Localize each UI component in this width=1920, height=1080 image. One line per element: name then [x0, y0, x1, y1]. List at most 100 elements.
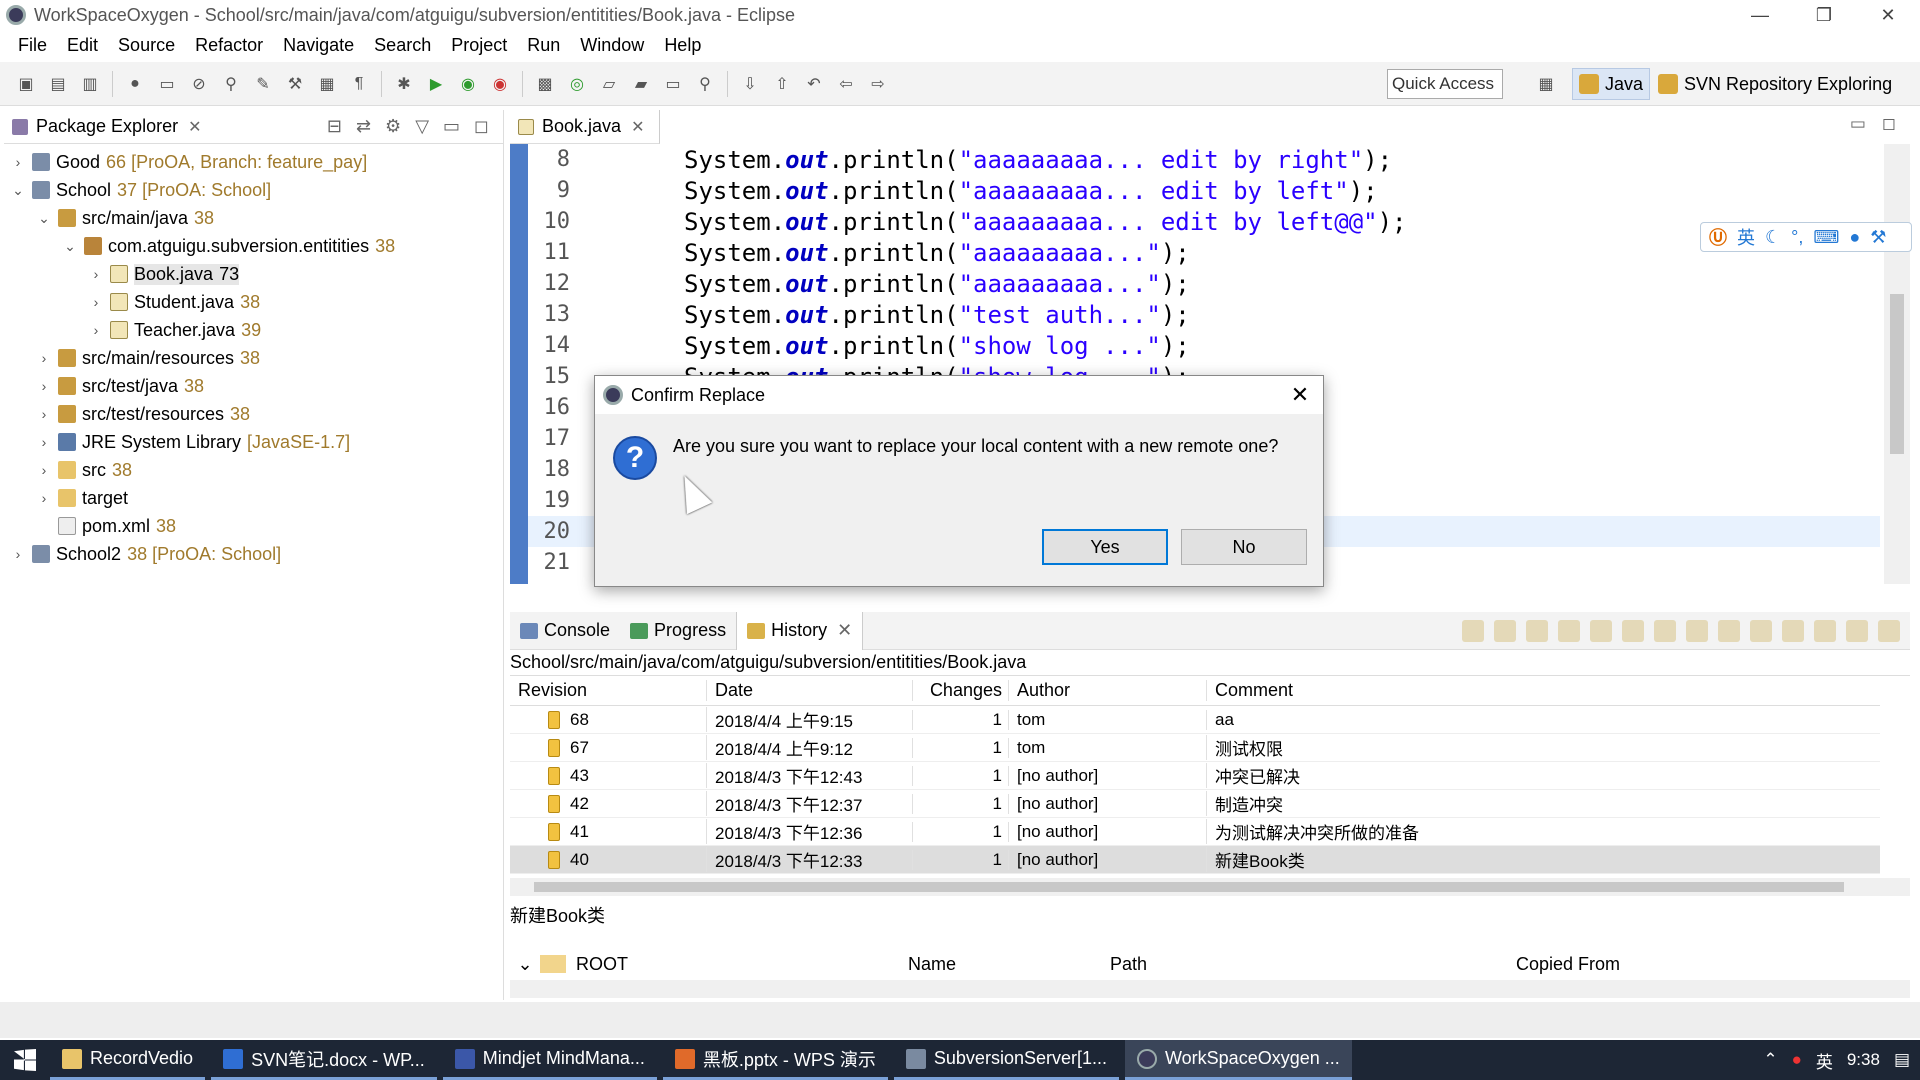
tree-item[interactable]: › src/main/resources 38 — [4, 344, 503, 372]
close-button[interactable]: ✕ — [1856, 0, 1920, 30]
panel-layout-icon[interactable] — [1878, 619, 1900, 642]
column-path[interactable]: Path — [1110, 954, 1147, 975]
code-line[interactable]: 10 System.out.println("aaaaaaaaa... edit … — [510, 206, 1880, 237]
tool-icon[interactable]: ⚒ — [282, 71, 308, 97]
ime-language[interactable]: 英 — [1737, 224, 1755, 250]
tab-console[interactable]: Console — [510, 612, 620, 650]
collapsed-icon[interactable]: › — [10, 154, 26, 170]
table-row[interactable]: 67 2018/4/4 上午9:12 1 tom 测试权限 — [510, 734, 1880, 762]
wrench-icon[interactable]: ⚒ — [1870, 227, 1886, 248]
tree-item[interactable]: › Book.java 73 — [4, 260, 503, 288]
revision-icon[interactable] — [1686, 619, 1708, 642]
close-icon[interactable]: ✕ — [188, 117, 201, 137]
coverage-icon[interactable]: ◉ — [455, 71, 481, 97]
expanded-icon[interactable]: ⌄ — [510, 954, 540, 975]
column-copied-from[interactable]: Copied From — [1516, 954, 1620, 975]
close-icon[interactable]: ✕ — [837, 620, 852, 641]
scrollbar-thumb[interactable] — [1890, 294, 1904, 454]
tree-item[interactable]: › School2 38 [ProOA: School] — [4, 540, 503, 568]
filter-icon[interactable]: ⚙ — [385, 116, 401, 137]
tree-item[interactable]: ⌄ com.atguigu.subversion.entitities 38 — [4, 232, 503, 260]
notification-icon[interactable]: ▤ — [1894, 1050, 1910, 1070]
remove-icon[interactable] — [1750, 619, 1772, 642]
editor-tab-book-java[interactable]: Book.java ✕ — [510, 110, 660, 144]
back-icon[interactable]: ⇦ — [833, 71, 859, 97]
column-revision[interactable]: Revision — [510, 680, 706, 701]
menu-window[interactable]: Window — [570, 35, 654, 56]
table-icon[interactable] — [1654, 619, 1676, 642]
minimize-icon[interactable]: ▭ — [1850, 114, 1866, 134]
tree-item[interactable]: ⌄ src/main/java 38 — [4, 204, 503, 232]
layout-icon[interactable] — [1622, 619, 1644, 642]
pen-icon[interactable]: ✎ — [250, 71, 276, 97]
code-line[interactable]: 11 System.out.println("aaaaaaaaa..."); — [510, 237, 1880, 268]
skip-breakpoints-icon[interactable]: ⊘ — [186, 71, 212, 97]
maximize-button[interactable]: ❐ — [1792, 0, 1856, 30]
link-editor-icon[interactable]: ⇄ — [356, 116, 371, 137]
menu-navigate[interactable]: Navigate — [273, 35, 364, 56]
menu-run[interactable]: Run — [517, 35, 570, 56]
debug-icon[interactable]: ✱ — [391, 71, 417, 97]
tree-item[interactable]: › JRE System Library [JavaSE-1.7] — [4, 428, 503, 456]
filter-icon[interactable] — [1558, 619, 1580, 642]
java-perspective-button[interactable]: Java — [1572, 68, 1651, 100]
collapsed-icon[interactable]: › — [10, 546, 26, 562]
punctuation-icon[interactable]: °, — [1791, 227, 1803, 248]
dialog-close-button[interactable]: ✕ — [1277, 382, 1323, 408]
collapsed-icon[interactable]: › — [88, 322, 104, 338]
code-line[interactable]: 14 System.out.println("show log ..."); — [510, 330, 1880, 361]
collapsed-icon[interactable]: › — [36, 462, 52, 478]
table-row[interactable]: 40 2018/4/3 下午12:33 1 [no author] 新建Book类 — [510, 846, 1880, 874]
open-folder-icon[interactable]: ▭ — [660, 71, 686, 97]
maximize-icon[interactable]: ◻ — [1882, 114, 1896, 134]
maximize-icon[interactable]: ◻ — [474, 116, 489, 137]
forward-icon[interactable]: ⇨ — [865, 71, 891, 97]
package-explorer-tab[interactable]: Package Explorer ✕ ⊟ ⇄ ⚙ ▽ ▭ ◻ — [4, 110, 503, 144]
ime-toolbar[interactable]: Ⓤ 英 ☾ °, ⌨ ● ⚒ — [1700, 222, 1912, 252]
tab-progress[interactable]: Progress — [620, 612, 736, 650]
keyboard-icon[interactable]: ⌨ — [1813, 227, 1839, 248]
tree-item[interactable]: › src/test/resources 38 — [4, 400, 503, 428]
open-type-icon[interactable]: ▱ — [596, 71, 622, 97]
column-name[interactable]: Name — [908, 954, 956, 975]
tab-history[interactable]: History ✕ — [736, 611, 864, 650]
tree-item[interactable]: › target — [4, 484, 503, 512]
taskbar-item-eclipse[interactable]: WorkSpaceOxygen ... — [1125, 1040, 1352, 1080]
clear-icon[interactable] — [1718, 619, 1740, 642]
view-menu-icon[interactable]: ▽ — [415, 116, 429, 137]
affected-paths-scrollbar[interactable] — [510, 980, 1910, 998]
tree-item[interactable]: › src 38 — [4, 456, 503, 484]
tree-item[interactable]: › Teacher.java 39 — [4, 316, 503, 344]
terminal-icon[interactable]: ▭ — [154, 71, 180, 97]
minimize-icon[interactable]: ▭ — [443, 116, 460, 137]
code-line[interactable]: 13 System.out.println("test auth..."); — [510, 299, 1880, 330]
table-row[interactable]: 41 2018/4/3 下午12:36 1 [no author] 为测试解决冲突所做的… — [510, 818, 1880, 846]
new-package-icon[interactable]: ▩ — [532, 71, 558, 97]
refresh-icon[interactable] — [1462, 619, 1484, 642]
column-author[interactable]: Author — [1008, 680, 1206, 701]
history-horizontal-scrollbar[interactable] — [510, 878, 1910, 896]
taskbar-item-word[interactable]: SVN笔记.docx - WP... — [211, 1040, 437, 1080]
collapsed-icon[interactable]: › — [88, 294, 104, 310]
taskbar-item-recordvedio[interactable]: RecordVedio — [50, 1040, 206, 1080]
save-all-icon[interactable]: ▥ — [77, 71, 103, 97]
document-icon[interactable]: ▦ — [314, 71, 340, 97]
menu-project[interactable]: Project — [441, 35, 517, 56]
code-line[interactable]: 9 System.out.println("aaaaaaaaa... edit b… — [510, 175, 1880, 206]
chevron-up-icon[interactable]: ⌃ — [1763, 1050, 1777, 1070]
taskbar-item-mindjet[interactable]: Mindjet MindMana... — [442, 1040, 657, 1080]
expanded-icon[interactable]: ⌄ — [36, 210, 52, 227]
search-icon[interactable]: ⚲ — [692, 71, 718, 97]
table-row[interactable]: 43 2018/4/3 下午12:43 1 [no author] 冲突已解决 — [510, 762, 1880, 790]
collapsed-icon[interactable]: › — [36, 378, 52, 394]
taskbar-item-subversion-server[interactable]: SubversionServer[1... — [893, 1040, 1119, 1080]
table-row[interactable]: 68 2018/4/4 上午9:15 1 tom aa — [510, 706, 1880, 734]
svn-icon[interactable]: ● — [122, 71, 148, 97]
run-icon[interactable]: ▶ — [423, 71, 449, 97]
save-icon[interactable]: ▤ — [45, 71, 71, 97]
collapsed-icon[interactable]: › — [36, 490, 52, 506]
menu-source[interactable]: Source — [108, 35, 185, 56]
tree-item[interactable]: ⌄ School 37 [ProOA: School] — [4, 176, 503, 204]
expanded-icon[interactable]: ⌄ — [10, 182, 26, 199]
collapsed-icon[interactable]: › — [88, 266, 104, 282]
